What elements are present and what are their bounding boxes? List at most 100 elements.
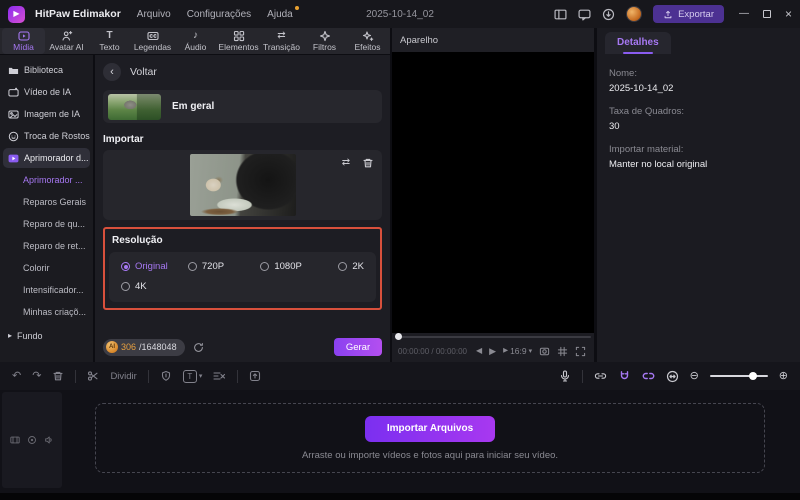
upload-clip-icon[interactable] <box>249 370 261 382</box>
video-enhancer-icon <box>8 153 19 164</box>
replace-media-icon[interactable]: ⇄ <box>338 155 354 171</box>
radio-720p[interactable]: 720P <box>187 261 260 272</box>
layout-icon[interactable] <box>554 8 567 21</box>
field-label-importar-material: Importar material: <box>609 144 684 155</box>
generate-button[interactable]: Gerar <box>334 338 382 356</box>
radio-4k[interactable]: 4K <box>121 281 147 292</box>
imported-media-thumbnail[interactable] <box>189 154 296 216</box>
preview-progress-slider[interactable] <box>392 333 594 341</box>
tab-filtros[interactable]: Filtros <box>303 28 346 54</box>
upload-icon <box>664 10 672 19</box>
undo-icon[interactable]: ↶ <box>12 370 21 382</box>
sidebar-subitem-colorir[interactable]: Colorir <box>3 258 90 278</box>
tab-texto[interactable]: T Texto <box>88 28 131 54</box>
notification-dot <box>294 5 299 10</box>
export-button[interactable]: Exportar <box>653 5 724 23</box>
media-icon <box>17 30 30 41</box>
user-avatar[interactable] <box>626 6 643 22</box>
face-swap-icon <box>8 131 19 142</box>
play-icon[interactable]: ▶ <box>489 346 496 356</box>
sidebar-subitem-reparos-gerais[interactable]: Reparos Gerais <box>3 192 90 212</box>
delete-media-icon[interactable] <box>360 155 376 171</box>
maximize-icon[interactable] <box>762 10 771 18</box>
tab-detalhes[interactable]: Detalhes <box>605 32 671 54</box>
text-tool-icon[interactable]: T ▾ <box>182 369 202 383</box>
fit-timeline-icon[interactable] <box>666 370 679 383</box>
field-value-nome: 2025-10-14_02 <box>609 83 674 94</box>
field-label-nome: Nome: <box>609 68 637 79</box>
sidebar-item-fundo[interactable]: ▸ Fundo <box>3 326 90 346</box>
sidebar-subitem-reparo-ret[interactable]: Reparo de ret... <box>3 236 90 256</box>
app-logo-icon: ▶ <box>8 5 25 23</box>
sidebar-item-video-ia[interactable]: Vídeo de IA <box>3 82 90 102</box>
aspect-ratio-selector[interactable]: ▶ 16:9 ▾ <box>503 346 532 356</box>
auto-link-icon[interactable] <box>642 370 655 382</box>
keyframe-icon[interactable] <box>160 370 172 382</box>
close-icon[interactable]: × <box>785 8 792 20</box>
sidebar-subitem-aprimorador[interactable]: Aprimorador ... <box>3 170 90 190</box>
grid-icon[interactable] <box>557 346 568 357</box>
fullscreen-icon[interactable] <box>575 346 586 357</box>
radio-2k[interactable]: 2K <box>338 261 364 272</box>
clear-tracks-icon[interactable] <box>213 370 226 382</box>
field-label-taxa: Taxa de Quadros: <box>609 106 684 117</box>
radio-1080p[interactable]: 1080P <box>260 261 338 272</box>
tab-midia[interactable]: Mídia <box>2 28 45 54</box>
menu-ajuda[interactable]: Ajuda <box>267 5 299 20</box>
link-icon[interactable] <box>594 370 607 382</box>
split-icon[interactable] <box>87 370 99 382</box>
edit-toolbar: ↶ ↷ Dividir T ▾ ⊖ ⊕ <box>0 362 800 390</box>
magnet-snap-icon[interactable] <box>618 370 631 382</box>
preview-header: Aparelho <box>392 28 594 52</box>
import-preview-box: ⇄ <box>103 150 382 220</box>
drop-zone-hint: Arraste ou importe vídeos e fotos aqui p… <box>301 449 559 461</box>
refresh-credits-icon[interactable] <box>193 342 204 353</box>
sidebar-item-troca-rostos[interactable]: Troca de Rostos <box>3 126 90 146</box>
snapshot-icon[interactable] <box>539 346 550 357</box>
menu-arquivo[interactable]: Arquivo <box>137 9 171 20</box>
sidebar-subitem-intensificador[interactable]: Intensificador... <box>3 280 90 300</box>
import-files-button[interactable]: Importar Arquivos <box>364 415 496 442</box>
sidebar-item-biblioteca[interactable]: Biblioteca <box>3 60 90 80</box>
zoom-in-icon[interactable]: ⊕ <box>779 370 788 382</box>
radio-dot <box>260 262 270 271</box>
app-name: HitPaw Edimakor <box>35 8 121 20</box>
resolution-section-label: Resolução <box>112 235 163 246</box>
track-header <box>2 392 62 488</box>
radio-dot <box>121 282 130 291</box>
sidebar-item-aprimorador[interactable]: Aprimorador d... <box>3 148 90 168</box>
microphone-icon[interactable] <box>559 370 571 382</box>
previous-frame-icon[interactable]: ◀ <box>476 347 482 355</box>
feedback-icon[interactable] <box>578 8 591 21</box>
text-icon: T <box>106 29 113 41</box>
captions-icon <box>146 30 159 41</box>
tab-elementos[interactable]: Elementos <box>217 28 260 54</box>
sidebar-subitem-minhas-criacoes[interactable]: Minhas criaçõ... <box>3 302 90 322</box>
record-icon[interactable] <box>27 435 37 445</box>
download-icon[interactable] <box>602 8 615 21</box>
tab-audio[interactable]: ♪ Áudio <box>174 28 217 54</box>
back-button[interactable]: ‹ <box>103 63 121 81</box>
tab-efeitos[interactable]: Efeitos <box>346 28 389 54</box>
import-section-label: Importar <box>103 134 144 145</box>
tab-avatar-ai[interactable]: Avatar AI <box>45 28 88 54</box>
audio-track-icon[interactable] <box>44 435 54 445</box>
time-display: 00:00:00 / 00:00:00 <box>398 346 467 356</box>
tab-active-underline <box>622 52 653 54</box>
back-label: Voltar <box>130 66 157 78</box>
sidebar-subitem-reparo-qu[interactable]: Reparo de qu... <box>3 214 90 234</box>
redo-icon[interactable]: ↷ <box>32 370 41 382</box>
preset-card[interactable]: Em geral <box>103 90 382 123</box>
sidebar-item-imagem-ia[interactable]: Imagem de IA <box>3 104 90 124</box>
tab-legendas[interactable]: Legendas <box>131 28 174 54</box>
delete-clip-icon[interactable] <box>52 370 64 382</box>
tab-transicao[interactable]: ⇄ Transição <box>260 28 303 54</box>
timeline-zoom-slider[interactable] <box>709 372 768 380</box>
radio-original[interactable]: Original <box>121 261 188 272</box>
media-drop-zone[interactable]: Importar Arquivos Arraste ou importe víd… <box>95 403 765 473</box>
menubar: Arquivo Configurações Ajuda <box>137 5 299 20</box>
minimize-icon[interactable]: — <box>739 9 749 19</box>
zoom-out-icon[interactable]: ⊖ <box>690 370 699 382</box>
menu-configuracoes[interactable]: Configurações <box>187 9 251 20</box>
video-track-icon[interactable] <box>10 435 20 445</box>
